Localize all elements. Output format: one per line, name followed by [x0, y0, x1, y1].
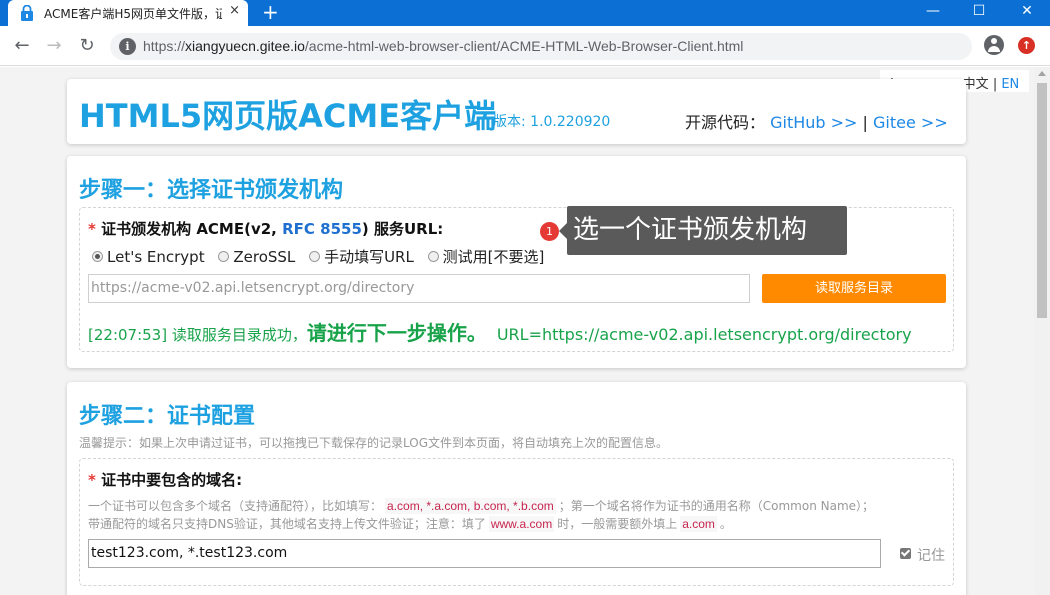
- radio-label: Let's Encrypt: [107, 248, 205, 266]
- scroll-up-arrow-icon[interactable]: [1038, 71, 1046, 76]
- update-icon[interactable]: ↑: [1018, 37, 1035, 54]
- step2-hint: 温馨提示：如果上次申请过证书，可以拖拽已下载保存的记录LOG文件到本页面，将自动…: [79, 436, 669, 450]
- language-en-link[interactable]: EN: [1001, 77, 1019, 92]
- status-emphasis: 请进行下一步操作。: [306, 321, 487, 345]
- source-separator: |: [862, 113, 868, 132]
- radio-test[interactable]: 测试用[不要选]: [427, 246, 545, 267]
- desc-text: ；第一个域名将作为证书的通用名称（Common Name）；: [558, 499, 875, 513]
- radio-manual-url[interactable]: 手动填写URL: [309, 246, 414, 267]
- browser-toolbar: ← → ↻ i https://xiangyuecn.gitee.io/acme…: [0, 26, 1050, 66]
- address-url[interactable]: https://xiangyuecn.gitee.io/acme-html-we…: [143, 38, 743, 54]
- remember-checkbox[interactable]: 记住: [900, 545, 945, 565]
- step1-title: 步骤一：选择证书颁发机构: [79, 178, 344, 203]
- minimize-icon[interactable]: —: [910, 0, 956, 26]
- code-example: a.com, *.a.com, b.com, *.b.com: [385, 498, 556, 514]
- browser-tab-strip: ACME客户端H5网页单文件版，证 × + — ☐ ✕: [0, 0, 1050, 26]
- desc-text: 。: [719, 517, 732, 531]
- radio-button[interactable]: [92, 251, 103, 262]
- profile-icon[interactable]: [984, 35, 1004, 55]
- required-mark: *: [88, 220, 96, 238]
- rfc-link[interactable]: RFC 8555: [282, 220, 362, 238]
- code-example: a.com: [680, 516, 717, 532]
- source-label: 开源代码：: [685, 113, 766, 132]
- status-message: [22:07:53] 读取服务目录成功，请进行下一步操作。 URL=https:/…: [88, 317, 912, 346]
- step2-card: 步骤二：证书配置 温馨提示：如果上次申请过证书，可以拖拽已下载保存的记录LOG文…: [67, 382, 966, 595]
- status-prefix: [22:07:53] 读取服务目录成功，: [88, 326, 307, 344]
- header-card: HTML5网页版ACME客户端 版本: 1.0.220920 开源代码： Git…: [67, 79, 966, 144]
- language-separator: |: [992, 77, 998, 92]
- page-content: Language: 中文 | EN HTML5网页版ACME客户端 版本: 1.…: [0, 67, 1034, 595]
- domain-desc-line2: 带通配符的域名只支持DNS验证，其他域名支持上传文件验证；注意：填了 www.a.…: [88, 515, 732, 532]
- url-path: /acme-html-web-browser-client/ACME-HTML-…: [304, 38, 744, 54]
- checkbox-checked[interactable]: [900, 548, 911, 559]
- domain-box: * 证书中要包含的域名: 一个证书可以包含多个域名（支持通配符），比如填写： a.…: [79, 458, 954, 586]
- url-host: xiangyuecn.gitee.io: [185, 38, 305, 54]
- tab-close-icon[interactable]: ×: [229, 3, 240, 18]
- ca-label-prefix: 证书颁发机构 ACME(v2,: [101, 220, 283, 238]
- domain-desc-line1: 一个证书可以包含多个域名（支持通配符），比如填写： a.com, *.a.com,…: [88, 497, 874, 514]
- ca-label: * 证书颁发机构 ACME(v2, RFC 8555) 服务URL:: [88, 218, 443, 239]
- domain-input[interactable]: test123.com, *.test123.com: [88, 539, 881, 568]
- radio-label: ZeroSSL: [233, 248, 296, 266]
- source-links: 开源代码： GitHub >> | Gitee >>: [685, 109, 948, 133]
- radio-label: 手动填写URL: [324, 248, 414, 266]
- tab-title: ACME客户端H5网页单文件版，证: [44, 7, 222, 21]
- github-link[interactable]: GitHub >>: [770, 113, 857, 132]
- address-bar[interactable]: i https://xiangyuecn.gitee.io/acme-html-…: [110, 33, 972, 60]
- step2-title: 步骤二：证书配置: [79, 404, 256, 429]
- close-window-icon[interactable]: ✕: [1004, 0, 1050, 26]
- desc-text: 时，一般需要额外填上: [557, 517, 678, 531]
- radio-zerossl[interactable]: ZeroSSL: [218, 248, 295, 266]
- browser-tab[interactable]: ACME客户端H5网页单文件版，证 ×: [8, 0, 248, 26]
- domain-label: * 证书中要包含的域名:: [88, 469, 242, 490]
- step1-card: 步骤一：选择证书颁发机构 * 证书颁发机构 ACME(v2, RFC 8555)…: [67, 156, 966, 368]
- reload-icon[interactable]: ↻: [75, 34, 99, 58]
- radio-button[interactable]: [427, 251, 439, 262]
- guide-tooltip: 选一个证书颁发机构: [559, 206, 847, 255]
- back-arrow-icon[interactable]: ←: [10, 34, 34, 58]
- desc-text: 一个证书可以包含多个域名（支持通配符），比如填写：: [88, 499, 383, 513]
- ca-label-suffix: ) 服务URL:: [361, 220, 444, 238]
- tip-number-badge: 1: [540, 222, 559, 241]
- gitee-link[interactable]: Gitee >>: [873, 113, 948, 132]
- lock-icon: [21, 5, 33, 21]
- domain-label-text: 证书中要包含的域名:: [101, 471, 243, 489]
- read-directory-button[interactable]: 读取服务目录: [762, 274, 946, 303]
- site-info-icon[interactable]: i: [119, 38, 136, 55]
- remember-label: 记住: [917, 548, 945, 564]
- radio-label: 测试用[不要选]: [442, 248, 545, 266]
- status-url: URL=https://acme-v02.api.letsencrypt.org…: [496, 325, 912, 344]
- ca-radio-group: Let's Encrypt ZeroSSL 手动填写URL 测试用[不要选]: [92, 246, 553, 267]
- radio-button[interactable]: [218, 251, 230, 262]
- page-title: HTML5网页版ACME客户端: [79, 97, 497, 135]
- radio-letsencrypt[interactable]: Let's Encrypt: [92, 248, 205, 266]
- required-mark: *: [88, 471, 96, 489]
- new-tab-button[interactable]: +: [262, 1, 279, 23]
- maximize-icon[interactable]: ☐: [956, 0, 1002, 26]
- url-scheme: https://: [143, 38, 186, 54]
- code-example: www.a.com: [488, 516, 555, 532]
- page-scrollbar[interactable]: [1034, 67, 1050, 595]
- service-url-input[interactable]: https://acme-v02.api.letsencrypt.org/dir…: [88, 274, 750, 303]
- desc-text: 带通配符的域名只支持DNS验证，其他域名支持上传文件验证；注意：填了: [88, 517, 486, 531]
- forward-arrow-icon[interactable]: →: [42, 34, 66, 58]
- scrollbar-thumb[interactable]: [1037, 83, 1047, 318]
- version-label: 版本: 1.0.220920: [493, 114, 611, 130]
- radio-button[interactable]: [309, 251, 321, 262]
